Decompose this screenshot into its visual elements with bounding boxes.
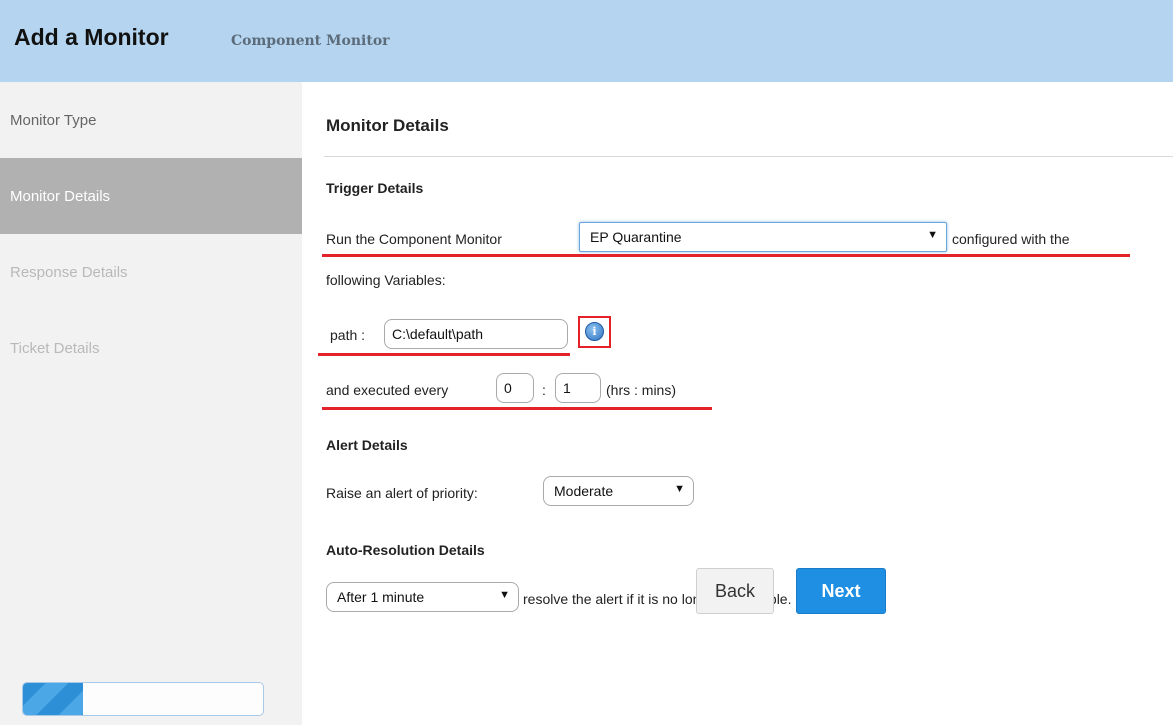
alert-details-heading: Alert Details bbox=[326, 437, 408, 453]
page-subtitle: Component Monitor bbox=[231, 33, 390, 49]
exec-suffix-text: (hrs : mins) bbox=[606, 382, 676, 398]
sidebar-item-ticket-details: Ticket Details bbox=[0, 310, 302, 386]
annotation-underline bbox=[318, 353, 570, 356]
priority-select[interactable]: Moderate ▼ bbox=[543, 476, 694, 506]
auto-resolve-select-value: After 1 minute bbox=[337, 589, 425, 605]
sidebar-item-label: Monitor Type bbox=[10, 111, 97, 129]
component-select-value: EP Quarantine bbox=[590, 229, 682, 245]
priority-select-value: Moderate bbox=[554, 483, 614, 499]
annotation-underline bbox=[322, 407, 712, 410]
section-title: Monitor Details bbox=[326, 116, 449, 135]
next-button[interactable]: Next bbox=[796, 568, 886, 614]
chevron-down-icon: ▼ bbox=[499, 589, 510, 601]
back-button[interactable]: Back bbox=[696, 568, 774, 614]
hours-input[interactable]: 0 bbox=[496, 373, 534, 403]
minutes-input[interactable]: 1 bbox=[555, 373, 601, 403]
time-colon: : bbox=[542, 382, 546, 398]
run-line2-text: following Variables: bbox=[326, 272, 446, 288]
chevron-down-icon: ▼ bbox=[674, 483, 685, 495]
sidebar-item-label: Ticket Details bbox=[10, 339, 100, 357]
wizard-progress-bar bbox=[22, 682, 264, 716]
main-panel: Monitor Details Trigger Details Run the … bbox=[302, 82, 1173, 725]
page-title: Add a Monitor bbox=[14, 24, 169, 50]
progress-fill bbox=[23, 683, 83, 715]
auto-resolve-select[interactable]: After 1 minute ▼ bbox=[326, 582, 519, 612]
sidebar-item-response-details: Response Details bbox=[0, 234, 302, 310]
annotation-underline bbox=[322, 254, 1130, 257]
sidebar-item-monitor-type[interactable]: Monitor Type bbox=[0, 82, 302, 158]
exec-prefix-text: and executed every bbox=[326, 382, 449, 398]
run-prefix-text: Run the Component Monitor bbox=[326, 231, 502, 247]
chevron-down-icon: ▼ bbox=[927, 229, 938, 241]
wizard-sidebar: Monitor Type Monitor Details Response De… bbox=[0, 82, 302, 725]
sidebar-item-label: Monitor Details bbox=[10, 187, 111, 205]
sidebar-item-monitor-details[interactable]: Monitor Details bbox=[0, 158, 302, 234]
auto-resolution-heading: Auto-Resolution Details bbox=[326, 542, 485, 558]
alert-priority-label: Raise an alert of priority: bbox=[326, 485, 478, 501]
run-suffix-text: configured with the bbox=[952, 231, 1070, 247]
path-input[interactable]: C:\default\path bbox=[384, 319, 568, 349]
component-select[interactable]: EP Quarantine ▼ bbox=[579, 222, 947, 252]
header-bar: Add a Monitor Component Monitor bbox=[0, 0, 1173, 82]
trigger-details-heading: Trigger Details bbox=[326, 180, 424, 196]
path-label: path : bbox=[330, 327, 366, 343]
info-icon[interactable]: i bbox=[585, 322, 604, 341]
sidebar-item-label: Response Details bbox=[10, 263, 128, 281]
divider bbox=[324, 156, 1173, 157]
